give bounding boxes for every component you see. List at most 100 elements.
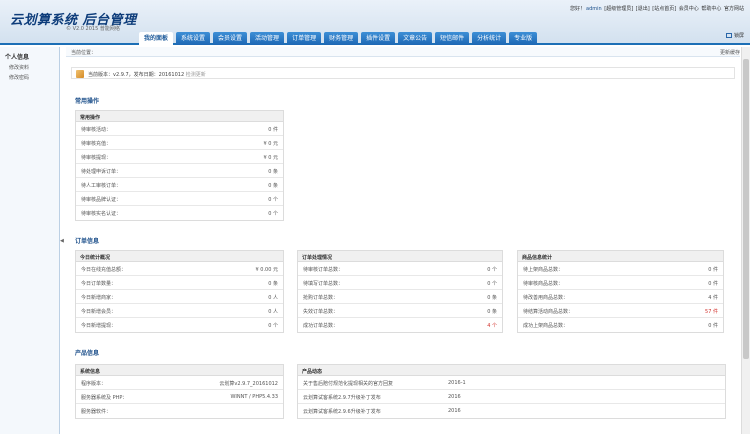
- table-row: 服务器系统及 PHP： WINNT / PHP5.4.33: [76, 390, 283, 404]
- table-row[interactable]: 待审核充值： ¥ 0 元: [76, 136, 283, 150]
- row-value: 0 个: [268, 211, 278, 217]
- tab-sms-email[interactable]: 短信邮件: [435, 32, 470, 45]
- list-item[interactable]: 关于售后赔付规范化提现相关的官方回复 2016-1: [298, 376, 725, 390]
- row-value: 0 条: [268, 183, 278, 189]
- greeting-text: 您好！: [569, 6, 585, 12]
- table-row[interactable]: 待审核实名认证： 0 个: [76, 206, 283, 220]
- row-label: 服务器软件：: [81, 409, 112, 415]
- tab-finance-management[interactable]: 财务管理: [324, 32, 359, 45]
- tab-pro-edition[interactable]: 专业版: [509, 32, 538, 45]
- table-row[interactable]: 成功订单总数： 4 个: [298, 318, 502, 332]
- sidebar-collapse-icon[interactable]: ◀: [60, 238, 65, 247]
- row-value: 0 人: [268, 309, 278, 315]
- sidebar-item-change-password[interactable]: 修改密码: [0, 71, 59, 81]
- notice-icon: [76, 70, 84, 78]
- news-date: 2016-1: [448, 380, 466, 386]
- tab-plugin-settings[interactable]: 插件设置: [361, 32, 396, 45]
- row-label: 今日在线充值总额：: [81, 267, 127, 273]
- list-item[interactable]: 云划算试客系统2.9.6升级补丁发布 2016: [298, 404, 725, 418]
- row-label: 失效订单总数：: [303, 309, 339, 315]
- sidebar-item-edit-profile[interactable]: 修改资料: [0, 61, 59, 71]
- help-center-link[interactable]: 帮助中心: [701, 6, 721, 12]
- news-date: 2016: [448, 394, 461, 400]
- main-content: 当前位置： 更新缓存 当前版本：v2.9.7，发布日期：20161012 检测更…: [66, 47, 740, 434]
- table-row[interactable]: 待处理申诉订单： 0 条: [76, 164, 283, 178]
- tab-member-settings[interactable]: 会员设置: [213, 32, 248, 45]
- table-row[interactable]: 待审核商品总数： 0 件: [518, 276, 723, 290]
- vertical-scrollbar[interactable]: [741, 47, 750, 434]
- row-label: 成功上架商品总数：: [523, 323, 569, 329]
- sidebar-title: 个人信息: [5, 54, 30, 61]
- member-center-link[interactable]: 会员中心: [679, 6, 699, 12]
- panel-goods-stats: 商品信息统计 待上架商品总数： 0 件 待审核商品总数： 0 件 待改善用商品总数：…: [517, 250, 724, 333]
- check-update-link[interactable]: 检测更新: [186, 72, 206, 78]
- official-site-link[interactable]: 官方网站: [724, 6, 744, 12]
- section-common-title: 常用操作: [75, 98, 100, 105]
- row-value: ¥ 0 元: [263, 155, 278, 161]
- row-label: 今日新增提现：: [81, 323, 117, 329]
- tab-my-panel[interactable]: 我的面板: [139, 32, 174, 45]
- tab-analytics[interactable]: 分析统计: [472, 32, 507, 45]
- table-row: 今日新增提现： 0 个: [76, 318, 283, 332]
- panel-title: 产品动态: [298, 365, 725, 376]
- sidebar: 个人信息 修改资料 修改密码: [0, 47, 60, 434]
- row-label: 待上架商品总数：: [523, 267, 564, 273]
- breadcrumb-bar: 当前位置： 更新缓存: [66, 47, 740, 57]
- app-subtitle: © V2.0 2015 普能网络: [66, 26, 120, 32]
- row-label: 今日新增商家：: [81, 295, 117, 301]
- row-value: 0 个: [268, 197, 278, 203]
- row-label: 待审核活动：: [81, 127, 112, 133]
- logout-link[interactable]: [退出]: [636, 6, 650, 12]
- update-cache-button[interactable]: 更新缓存: [720, 49, 740, 56]
- site-home-link[interactable]: [站点首页]: [652, 6, 676, 12]
- table-row: 今日在线充值总额： ¥ 0.00 元: [76, 262, 283, 276]
- row-value: 0 个: [268, 323, 278, 329]
- table-row[interactable]: 待上架商品总数： 0 件: [518, 262, 723, 276]
- table-row: 今日订单数量： 0 条: [76, 276, 283, 290]
- table-row[interactable]: 待审核订单总数： 0 个: [298, 262, 502, 276]
- panel-title: 商品信息统计: [518, 251, 723, 262]
- table-row[interactable]: 待结算活动商品总数： 57 件: [518, 304, 723, 318]
- scrollbar-thumb[interactable]: [743, 59, 749, 359]
- panel-common-actions: 常用操作 待审核活动： 0 件 待审核充值： ¥ 0 元 待审核提现： ¥ 0 元 待…: [75, 110, 284, 221]
- table-row[interactable]: 抢购订单总数： 0 条: [298, 290, 502, 304]
- panel-title: 常用操作: [76, 111, 283, 122]
- table-row[interactable]: 失效订单总数： 0 条: [298, 304, 502, 318]
- row-label: 待审核实名认证：: [81, 211, 122, 217]
- row-label: 待审核品牌认证：: [81, 197, 122, 203]
- row-value: 云划算v2.9.7_20161012: [219, 381, 278, 387]
- row-value: 0 件: [708, 323, 718, 329]
- lock-screen-button[interactable]: 锁屏: [725, 32, 744, 39]
- row-label: 成功订单总数：: [303, 323, 339, 329]
- username-link[interactable]: admin: [586, 6, 602, 12]
- lock-screen-label: 锁屏: [733, 33, 744, 39]
- table-row[interactable]: 待审核活动： 0 件: [76, 122, 283, 136]
- list-item[interactable]: 云划算试客系统2.9.7升级补丁发布 2016: [298, 390, 725, 404]
- panel-title: 系统信息: [76, 365, 283, 376]
- row-label: 今日新增会员：: [81, 309, 117, 315]
- news-title: 云划算试客系统2.9.7升级补丁发布: [303, 395, 381, 401]
- table-row[interactable]: 待审核品牌认证： 0 个: [76, 192, 283, 206]
- tab-activity-management[interactable]: 活动管理: [250, 32, 285, 45]
- tab-system-settings[interactable]: 系统设置: [176, 32, 211, 45]
- table-row[interactable]: 待人工审核订单： 0 条: [76, 178, 283, 192]
- row-value: 0 件: [708, 281, 718, 287]
- table-row[interactable]: 待审核提现： ¥ 0 元: [76, 150, 283, 164]
- table-row[interactable]: 成功上架商品总数： 0 件: [518, 318, 723, 332]
- panel-product-news: 产品动态 关于售后赔付规范化提现相关的官方回复 2016-1 云划算试客系统2.9…: [297, 364, 726, 419]
- lock-icon: [725, 33, 732, 38]
- section-orders-title: 订单信息: [75, 238, 100, 245]
- row-label: 程序版本：: [81, 381, 107, 387]
- profile-link[interactable]: [超级管理员]: [604, 6, 633, 12]
- section-products-title: 产品信息: [75, 350, 100, 357]
- row-value: 0 件: [708, 267, 718, 273]
- row-value: 4 个: [487, 323, 497, 329]
- tab-articles[interactable]: 文章公告: [398, 32, 433, 45]
- table-row: 程序版本： 云划算v2.9.7_20161012: [76, 376, 283, 390]
- tab-order-management[interactable]: 订单管理: [287, 32, 322, 45]
- version-info: 当前版本：v2.9.7，发布日期：20161012: [88, 72, 185, 78]
- row-label: 待审核订单总数：: [303, 267, 344, 273]
- table-row[interactable]: 待填写订单总数： 0 个: [298, 276, 502, 290]
- table-row[interactable]: 待改善用商品总数： 4 件: [518, 290, 723, 304]
- version-text: 当前版本：v2.9.7，发布日期：20161012 检测更新: [88, 71, 206, 78]
